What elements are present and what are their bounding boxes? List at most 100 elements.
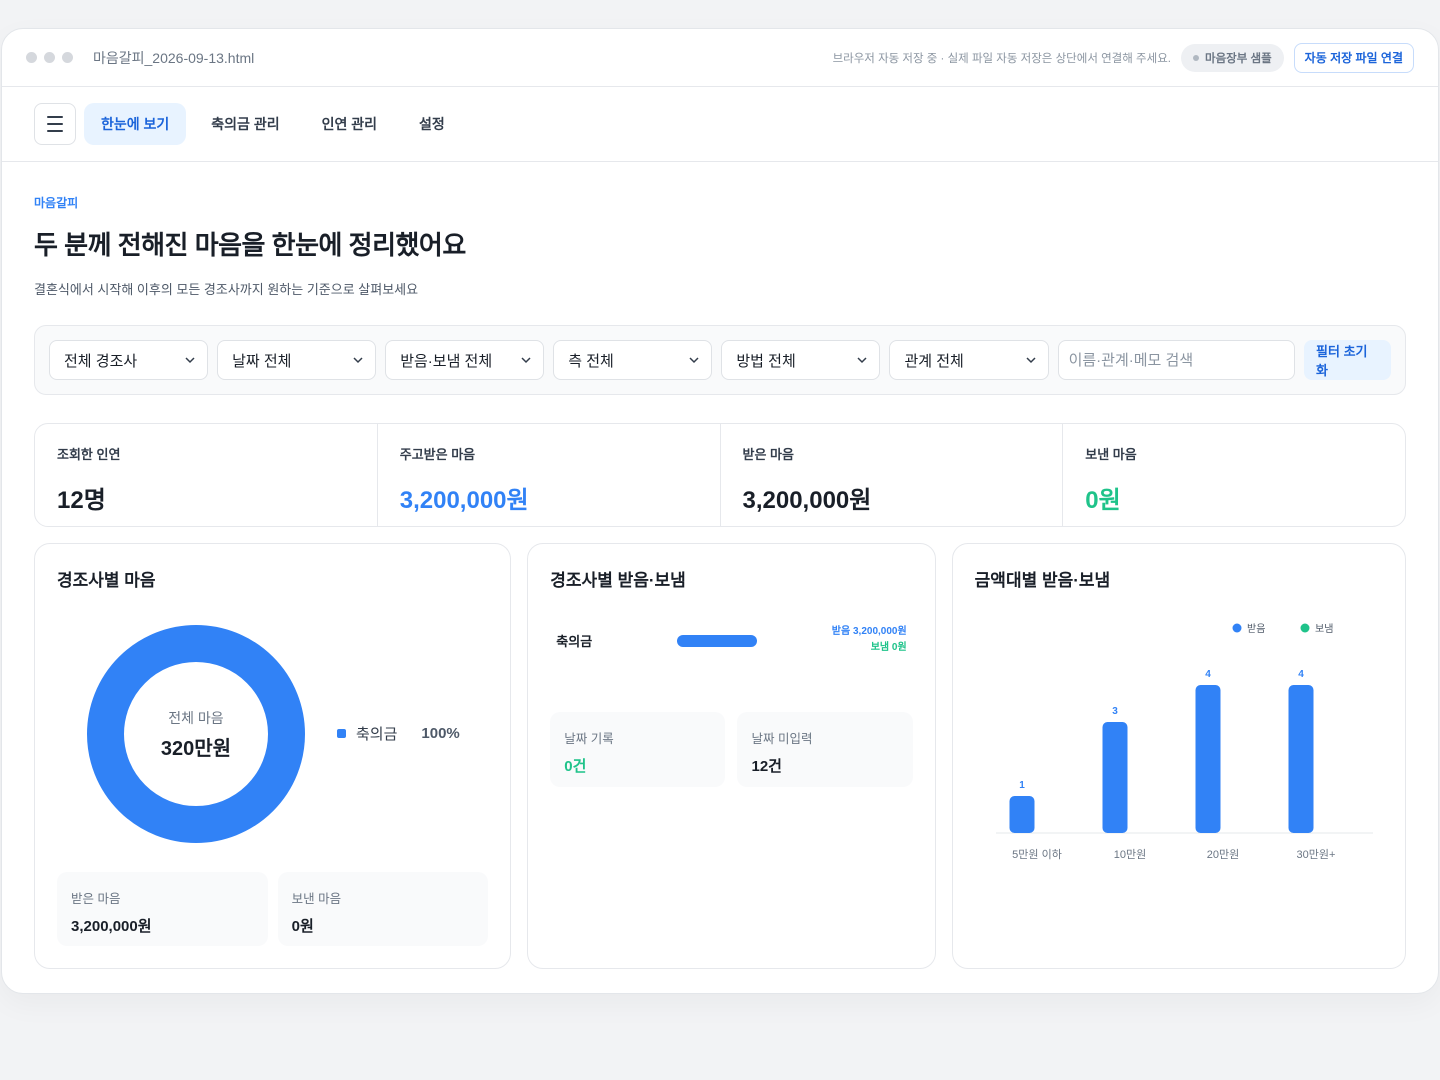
stat-people: 조회한 인연 12명 <box>35 424 377 526</box>
title-bar: 마음갈피_2026-09-13.html 브라우저 자동 저장 중 · 실제 파… <box>2 29 1438 87</box>
stat-label: 받은 마음 <box>742 447 794 462</box>
event-row: 축의금 받음 3,200,000원 보냄 0원 <box>556 626 907 664</box>
received-summary-label: 받은 마음 <box>71 892 121 906</box>
filter-side-select[interactable]: 측 전체 <box>553 340 713 380</box>
filter-relation-value: 관계 전체 <box>904 352 964 370</box>
ledger-badge-label: 마음장부 샘플 <box>1204 52 1272 65</box>
filter-direction-value: 받음·보냄 전체 <box>400 352 493 370</box>
legend-label-sent: 보냄 <box>1315 623 1333 635</box>
page-title: 두 분께 전해진 마음을 한눈에 정리했어요 <box>34 230 466 260</box>
filter-event-value: 전체 경조사 <box>64 352 138 370</box>
card-event-breakdown: 경조사별 받음·보냄 축의금 받음 3,200,000원 보냄 0원 날짜 기록… <box>527 543 936 969</box>
amount-bar-chart: 받음 보냄 1 5만원 이하 3 10만원 4 20만원 4 30만원+ <box>995 623 1373 861</box>
received-summary-value: 3,200,000원 <box>71 918 152 935</box>
filter-side-value: 측 전체 <box>568 352 614 370</box>
date-missing-box: 날짜 미입력 12건 <box>737 712 913 787</box>
bar-received[interactable] <box>1009 796 1035 833</box>
chevron-down-icon <box>521 357 531 364</box>
window-dot-maximize[interactable] <box>62 52 73 63</box>
app-window: 마음갈피_2026-09-13.html 브라우저 자동 저장 중 · 실제 파… <box>1 28 1439 994</box>
legend-percent: 100% <box>421 725 460 742</box>
main-content: 마음갈피 두 분께 전해진 마음을 한눈에 정리했어요 결혼식에서 시작해 이후… <box>2 194 1438 969</box>
legend-swatch <box>337 729 346 738</box>
legend-label-received: 받음 <box>1247 623 1265 635</box>
stat-sent: 보낸 마음 0원 <box>1062 424 1405 526</box>
window-dot-minimize[interactable] <box>44 52 55 63</box>
chevron-down-icon <box>353 357 363 364</box>
filter-method-value: 방법 전체 <box>736 352 796 370</box>
chevron-down-icon <box>689 357 699 364</box>
legend-swatch-sent <box>1300 623 1310 633</box>
ledger-badge: 마음장부 샘플 <box>1180 43 1284 72</box>
tab-gift-money[interactable]: 축의금 관리 <box>194 103 296 145</box>
filter-relation-select[interactable]: 관계 전체 <box>889 340 1049 380</box>
sent-summary-label: 보낸 마음 <box>291 892 342 906</box>
card-event-donut: 경조사별 마음 전체 마음 320만원 축의금 100% 받은 마음 3,200… <box>34 543 512 969</box>
date-recorded-value: 0건 <box>564 758 587 775</box>
card-title: 경조사별 받음·보냄 <box>550 571 686 590</box>
chevron-down-icon <box>185 357 195 364</box>
date-missing-label: 날짜 미입력 <box>751 732 813 746</box>
stat-label: 조회한 인연 <box>57 447 121 462</box>
sent-summary-value: 0원 <box>291 918 314 935</box>
bar-value-label: 4 <box>1205 669 1211 680</box>
card-title: 경조사별 마음 <box>57 571 156 590</box>
bar-received[interactable] <box>1195 685 1221 833</box>
x-tick-label: 5만원 이하 <box>1012 847 1062 861</box>
status-dot-icon <box>1192 54 1199 61</box>
stat-value: 3,200,000원 <box>742 487 872 514</box>
event-row-received: 받음 3,200,000원 <box>831 626 907 637</box>
bar-received[interactable] <box>1288 685 1314 833</box>
event-row-bar <box>677 635 758 647</box>
filter-method-select[interactable]: 방법 전체 <box>721 340 881 380</box>
filter-event-select[interactable]: 전체 경조사 <box>49 340 209 380</box>
autosave-note: 브라우저 자동 저장 중 · 실제 파일 자동 저장은 상단에서 연결해 주세요… <box>832 52 1171 65</box>
date-recorded-label: 날짜 기록 <box>564 732 614 746</box>
chevron-down-icon <box>857 357 867 364</box>
chart-cards: 경조사별 마음 전체 마음 320만원 축의금 100% 받은 마음 3,200… <box>34 543 1406 969</box>
x-tick-label: 30만원+ <box>1296 848 1335 861</box>
sent-summary: 보낸 마음 0원 <box>277 872 489 946</box>
bar-received[interactable] <box>1102 722 1128 833</box>
legend-label: 축의금 <box>356 726 398 743</box>
search-input[interactable] <box>1057 340 1296 380</box>
connect-autosave-button[interactable]: 자동 저장 파일 연결 <box>1293 42 1414 73</box>
summary-stats: 조회한 인연 12명 주고받은 마음 3,200,000원 받은 마음 3,20… <box>34 423 1406 527</box>
stat-value: 0원 <box>1085 487 1121 514</box>
tab-settings[interactable]: 설정 <box>402 103 462 145</box>
donut-chart: 전체 마음 320만원 <box>87 625 305 843</box>
date-summary: 날짜 기록 0건 날짜 미입력 12건 <box>550 712 913 787</box>
stat-label: 보낸 마음 <box>1085 447 1137 462</box>
event-row-sent: 보냄 0원 <box>870 642 907 653</box>
donut-summary: 받은 마음 3,200,000원 보낸 마음 0원 <box>57 872 489 946</box>
file-name: 마음갈피_2026-09-13.html <box>93 49 255 66</box>
donut-legend-item: 축의금 100% <box>337 723 460 744</box>
filter-bar: 전체 경조사 날짜 전체 받음·보냄 전체 측 전체 방법 전체 관계 전체 필… <box>34 325 1406 395</box>
stat-value: 3,200,000원 <box>399 487 529 514</box>
reset-filters-button[interactable]: 필터 초기화 <box>1304 340 1392 380</box>
app-eyebrow: 마음갈피 <box>34 196 79 210</box>
legend-swatch-received <box>1232 623 1242 633</box>
page-subtitle: 결혼식에서 시작해 이후의 모든 경조사까지 원하는 기준으로 살펴보세요 <box>34 282 419 297</box>
filter-direction-select[interactable]: 받음·보냄 전체 <box>385 340 545 380</box>
bar-value-label: 3 <box>1112 706 1118 717</box>
card-amount-chart: 금액대별 받음·보냄 받음 보냄 1 5만원 이하 3 10만원 4 20만원 4 30만원+ <box>951 543 1406 969</box>
x-tick-label: 20만원 <box>1206 848 1238 861</box>
window-controls <box>26 52 73 63</box>
received-summary: 받은 마음 3,200,000원 <box>57 872 268 946</box>
donut-center: 전체 마음 320만원 <box>87 625 305 843</box>
filter-date-select[interactable]: 날짜 전체 <box>217 340 377 380</box>
stat-exchanged: 주고받은 마음 3,200,000원 <box>376 424 720 526</box>
donut-center-label: 전체 마음 <box>168 709 224 726</box>
date-missing-value: 12건 <box>751 758 782 775</box>
filter-date-value: 날짜 전체 <box>232 352 292 370</box>
tab-overview[interactable]: 한눈에 보기 <box>84 103 187 145</box>
donut-center-value: 320만원 <box>160 737 232 760</box>
stat-value: 12명 <box>57 487 106 514</box>
hamburger-menu-icon[interactable] <box>34 103 76 145</box>
bar-value-label: 4 <box>1298 669 1304 680</box>
window-dot-close[interactable] <box>26 52 37 63</box>
tab-relations[interactable]: 인연 관리 <box>305 103 394 145</box>
date-recorded-box: 날짜 기록 0건 <box>550 712 726 787</box>
stat-received: 받은 마음 3,200,000원 <box>719 424 1063 526</box>
